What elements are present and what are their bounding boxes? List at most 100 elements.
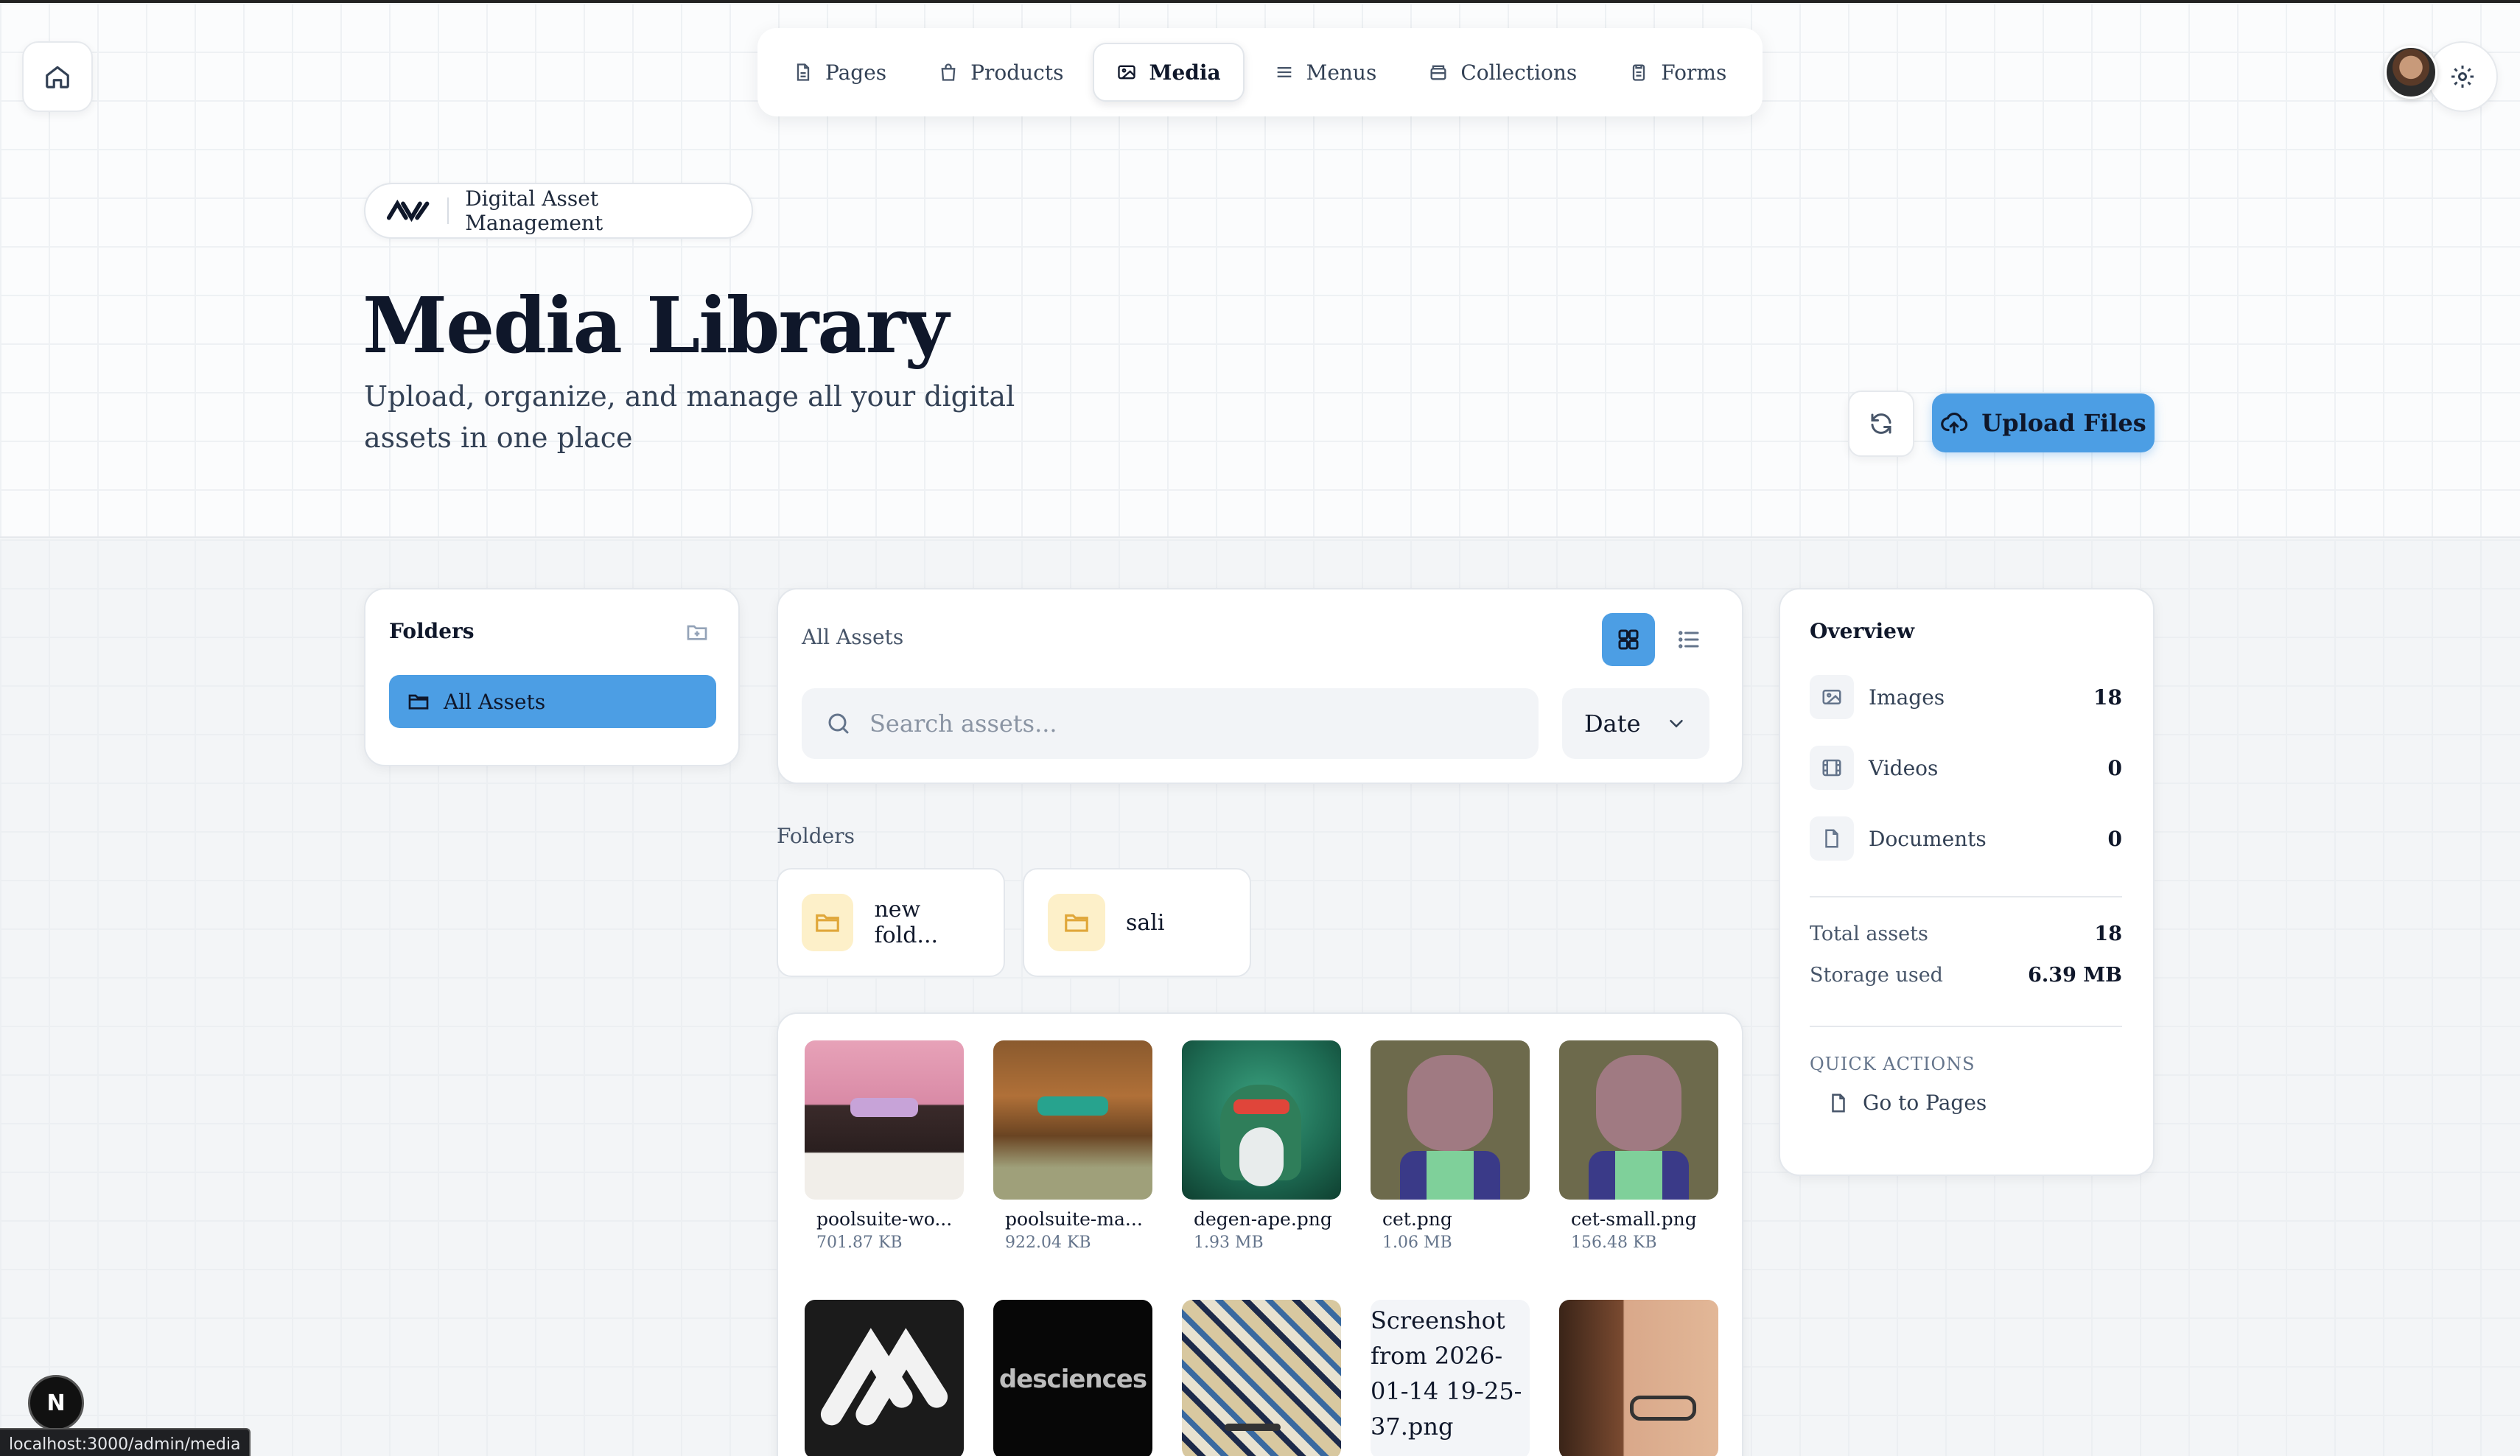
grid-view-button[interactable] (1602, 613, 1655, 666)
folder-all-assets[interactable]: All Assets (389, 675, 716, 728)
nav-item-menus[interactable]: Menus (1252, 43, 1399, 102)
nav-label: Forms (1661, 60, 1727, 85)
section-badge: Digital Asset Management (364, 183, 753, 239)
overview-panel: Overview Images 18 Videos 0 Documents 0 … (1779, 588, 2155, 1176)
chevron-down-icon (1670, 720, 1683, 728)
search-icon (828, 713, 849, 734)
ov-icon-box (1810, 816, 1854, 861)
badge-label: Digital Asset Management (465, 186, 603, 235)
folder-card[interactable]: sali (1023, 868, 1251, 977)
cat-head-shape (1596, 1055, 1681, 1151)
thumbnail-text: desciences (998, 1365, 1147, 1394)
image-icon (1822, 690, 1841, 704)
folders-heading: Folders (777, 824, 855, 848)
nav-item-collections[interactable]: Collections (1406, 43, 1599, 102)
folder-icon (408, 694, 429, 710)
cat-head-shape (1407, 1055, 1493, 1151)
asset-thumbnail[interactable]: desciences (993, 1300, 1152, 1456)
asset-size: 701.87 KB (816, 1233, 903, 1252)
grid-icon (1618, 629, 1639, 650)
glasses-shape (1630, 1396, 1696, 1421)
archive-icon (1430, 65, 1446, 80)
sunglasses-shape (1233, 1099, 1289, 1114)
asset-size: 1.93 MB (1194, 1233, 1264, 1252)
stat-label: Storage used (1810, 964, 1943, 987)
asset-thumbnail[interactable] (805, 1040, 964, 1200)
page-title: Media Library (363, 280, 949, 371)
settings-button[interactable] (2427, 41, 2498, 112)
folder-name: sali (1126, 909, 1165, 936)
brand-logo-image (820, 1328, 948, 1426)
refresh-button[interactable] (1848, 391, 1914, 457)
asset-thumbnail[interactable] (1559, 1300, 1718, 1456)
asset-name: degen-ape.png (1194, 1208, 1332, 1230)
overview-value: 0 (2107, 755, 2122, 780)
nav-item-products[interactable]: Products (916, 43, 1085, 102)
overview-title: Overview (1810, 619, 1915, 643)
assets-heading: All Assets (802, 625, 904, 649)
overview-row-documents: Documents 0 (1810, 816, 2122, 861)
asset-size: 922.04 KB (1005, 1233, 1091, 1252)
nav-label: Products (970, 60, 1064, 85)
overview-value: 18 (2093, 685, 2122, 710)
upload-label: Upload Files (1981, 409, 2146, 437)
asset-thumbnail[interactable] (1182, 1300, 1341, 1456)
asset-thumbnail[interactable] (1371, 1040, 1530, 1200)
asset-name: cet.png (1382, 1208, 1452, 1230)
nav-item-pages[interactable]: Pages (771, 43, 909, 102)
new-folder-icon[interactable] (685, 620, 709, 644)
asset-thumbnail[interactable] (1559, 1040, 1718, 1200)
nav-item-media[interactable]: Media (1093, 43, 1245, 102)
search-input[interactable]: Search assets... (802, 688, 1539, 759)
image-icon (1118, 65, 1136, 80)
folder-icon (1065, 914, 1088, 932)
folder-card[interactable]: new fold... (777, 868, 1005, 977)
shopping-bag-icon (941, 63, 956, 81)
folder-name: new fold... (874, 897, 939, 948)
shirt-shape (1615, 1151, 1662, 1200)
ov-icon-box (1810, 675, 1854, 719)
file-icon (797, 63, 810, 81)
menu-lines-icon (1277, 67, 1291, 77)
quick-actions-title: QUICK ACTIONS (1810, 1054, 1975, 1074)
asset-thumbnail[interactable] (805, 1300, 964, 1456)
folders-panel-title: Folders (389, 619, 475, 643)
asset-name: cet-small.png (1571, 1208, 1697, 1230)
folder-label: All Assets (444, 689, 546, 714)
search-placeholder: Search assets... (869, 710, 1057, 738)
list-view-button[interactable] (1662, 613, 1715, 666)
nav-label: Collections (1460, 60, 1578, 85)
nav-label: Pages (825, 60, 887, 85)
asset-thumbnail[interactable] (1182, 1040, 1341, 1200)
upload-files-button[interactable]: Upload Files (1932, 393, 2155, 452)
overview-row-images: Images 18 (1810, 675, 2122, 719)
assets-grid: poolsuite-wo... 701.87 KB poolsuite-ma..… (777, 1012, 1743, 1456)
file-icon (1832, 1093, 1845, 1112)
refresh-icon (1871, 413, 1891, 434)
brand-logo-icon (386, 199, 430, 223)
overview-label: Videos (1869, 755, 1939, 780)
storage-used-stat: Storage used 6.39 MB (1810, 964, 2122, 987)
ov-icon-box (1810, 746, 1854, 790)
asset-name: poolsuite-wo... (816, 1208, 953, 1230)
sort-value: Date (1584, 710, 1641, 738)
avatar[interactable] (2384, 46, 2437, 99)
sort-select[interactable]: Date (1562, 688, 1709, 759)
asset-size: 1.06 MB (1382, 1233, 1452, 1252)
go-to-pages-link[interactable]: Go to Pages (1827, 1091, 1987, 1115)
asset-thumbnail[interactable]: Screenshot from 2026-01-14 19-25-37.png (1371, 1300, 1530, 1456)
top-nav: Pages Products Media Menus Collections F… (757, 28, 1763, 116)
nav-label: Media (1149, 60, 1221, 85)
document-icon (1825, 829, 1838, 848)
broken-image-alt: Screenshot from 2026-01-14 19-25-37.png (1371, 1306, 1522, 1441)
overview-label: Documents (1869, 826, 1987, 851)
folder-icon (816, 914, 840, 932)
folders-panel: Folders All Assets (364, 588, 740, 766)
home-button[interactable] (22, 41, 93, 112)
stat-value: 18 (2094, 923, 2122, 945)
nav-item-forms[interactable]: Forms (1606, 43, 1749, 102)
badge-divider (447, 197, 449, 224)
nextjs-dev-badge[interactable]: N (28, 1375, 84, 1431)
asset-thumbnail[interactable] (993, 1040, 1152, 1200)
gear-icon (2451, 66, 2474, 88)
